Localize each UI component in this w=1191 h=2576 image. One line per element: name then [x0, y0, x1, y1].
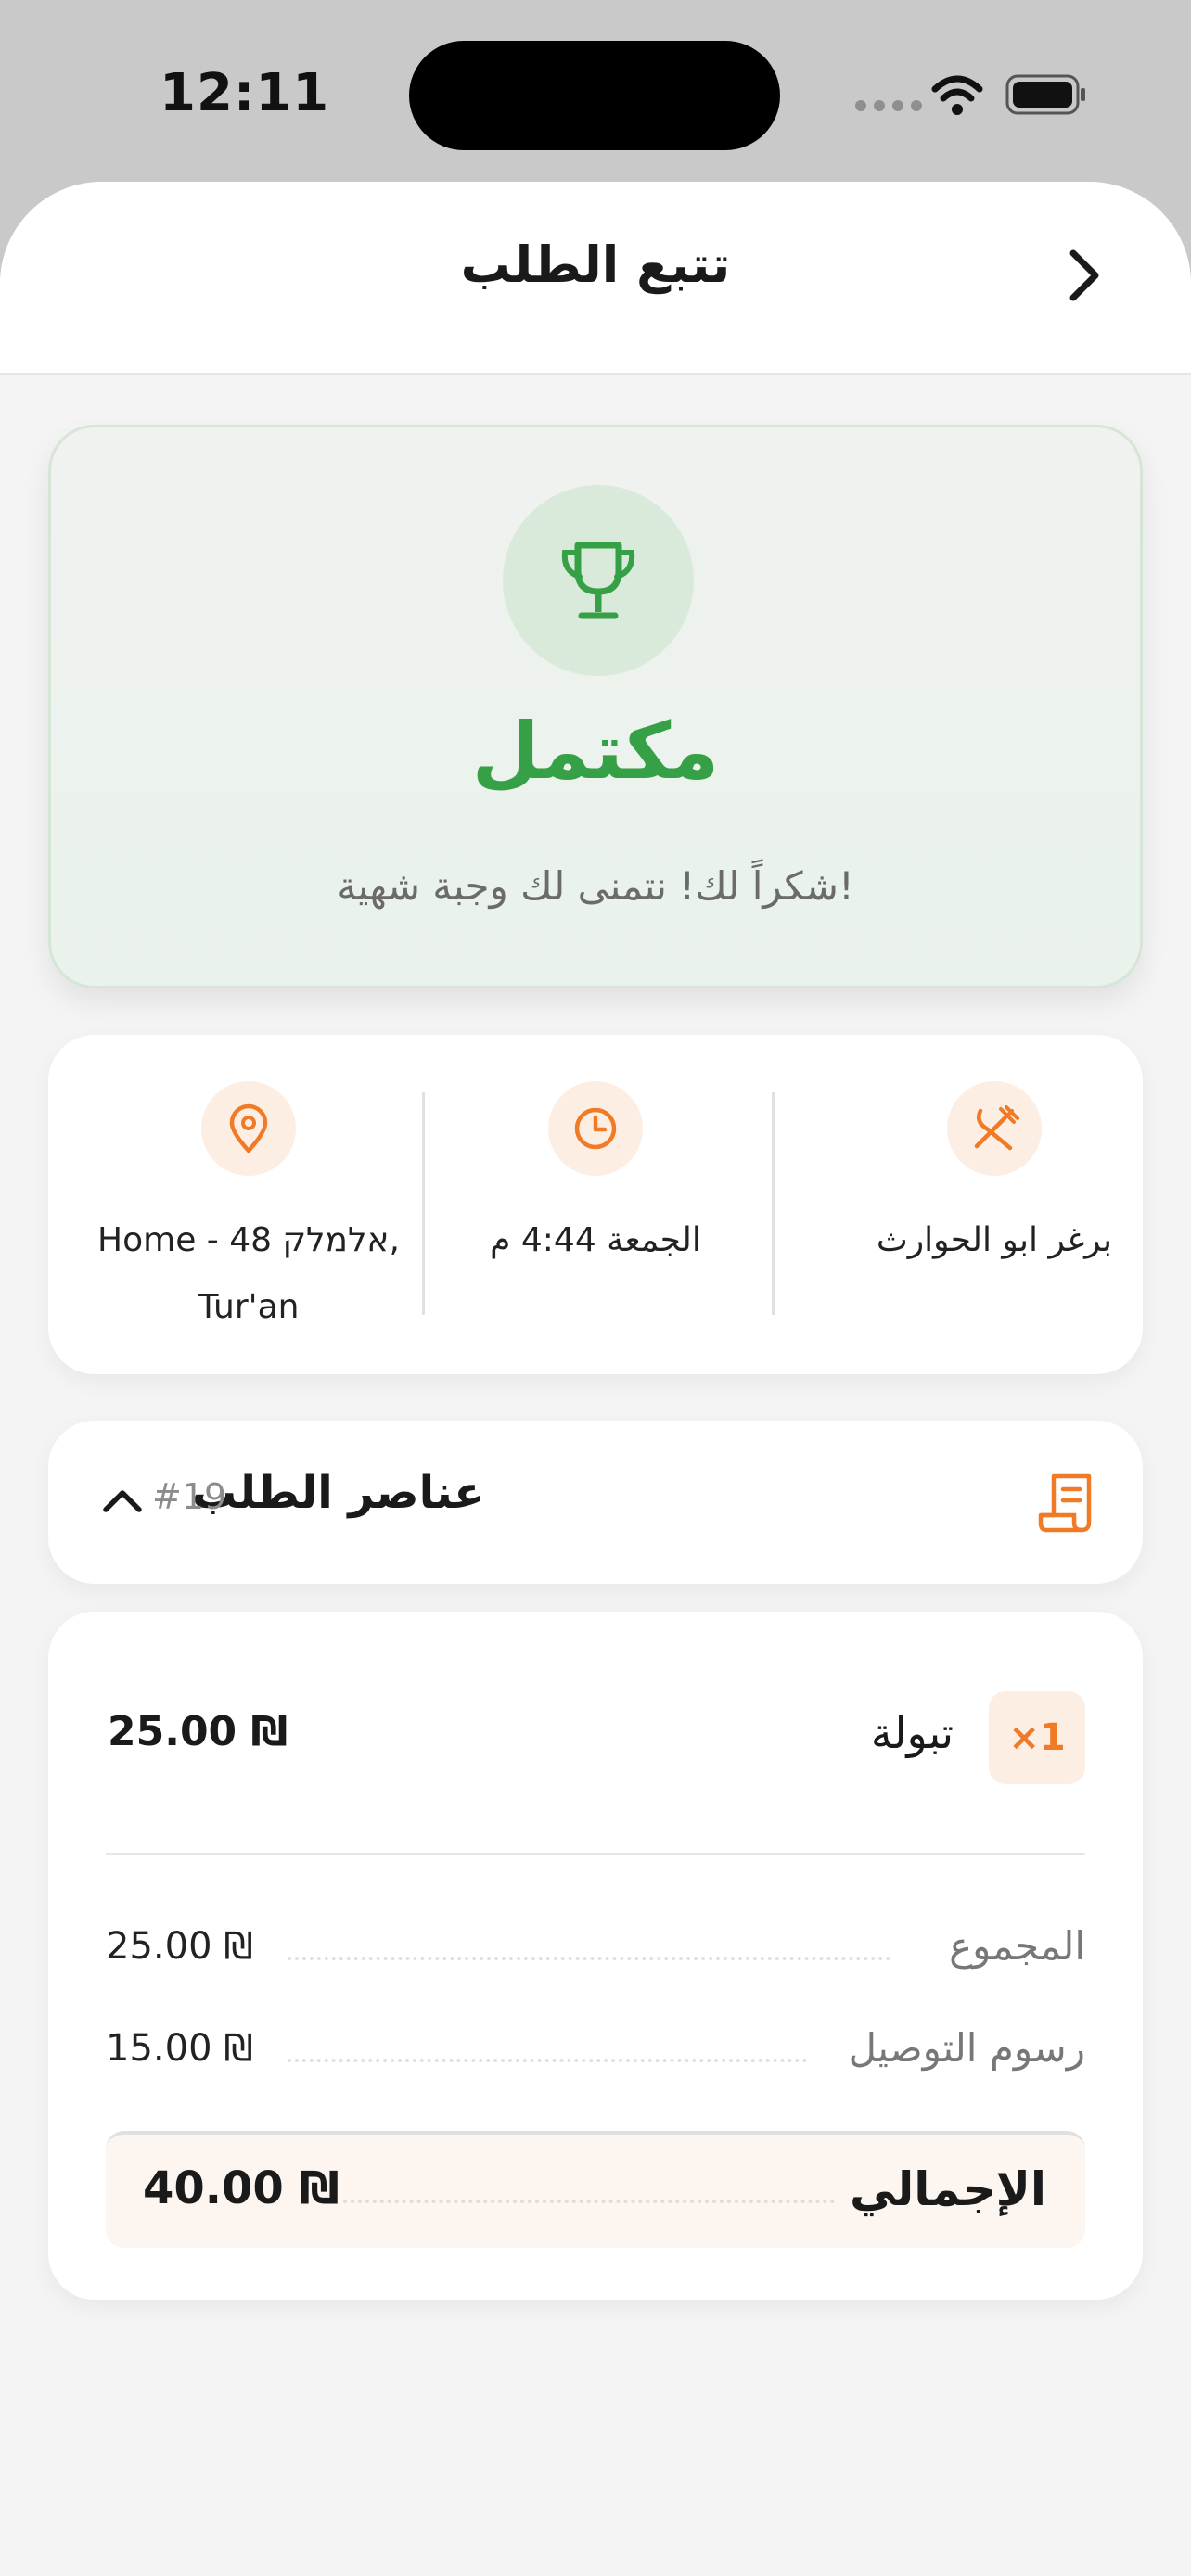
item-price: ₪ 25.00 [108, 1708, 288, 1755]
item-name: تبولة [870, 1708, 954, 1758]
location-icon-badge [201, 1081, 296, 1176]
dynamic-island [409, 41, 780, 150]
address-line-1: Home - אלמלק 48, [97, 1221, 400, 1259]
status-time: 12:11 [160, 63, 330, 123]
time-icon-badge [548, 1081, 643, 1176]
order-items-toggle[interactable]: عناصر الطلب #19 [48, 1421, 1143, 1584]
order-info-card: برغر ابو الحوارث الجمعة 4:44 م Home - אל… [48, 1035, 1143, 1374]
subtotal-row: المجموع ₪ 25.00 [106, 1923, 1085, 1979]
leader-dots [288, 2059, 807, 2062]
order-items-title: عناصر الطلب [192, 1467, 484, 1519]
leader-dots [343, 2200, 835, 2203]
chevron-up-icon [103, 1490, 142, 1512]
address-line-2: Tur'an [198, 1288, 300, 1326]
total-row: الإجمالي ₪ 40.00 [106, 2131, 1085, 2248]
trophy-icon [561, 542, 635, 619]
delivery-fee-label: رسوم التوصيل [848, 2025, 1085, 2071]
address-info: Home - אלמלק 48, Tur'an [74, 1035, 423, 1374]
trophy-badge [503, 485, 694, 676]
header: تتبع الطلب [0, 182, 1191, 375]
restaurant-icon-badge [947, 1081, 1042, 1176]
status-bar: 12:11 [0, 0, 1191, 185]
chevron-right-icon [1069, 249, 1099, 301]
order-time: الجمعة 4:44 م [490, 1221, 701, 1259]
delivery-fee-row: رسوم التوصيل ₪ 15.00 [106, 2025, 1085, 2081]
order-tracking-sheet: تتبع الطلب مكتمل شكراً لك! نتمنى لك وجبة… [0, 182, 1191, 2576]
location-pin-icon [229, 1103, 268, 1154]
restaurant-info: برغر ابو الحوارث [820, 1035, 1169, 1374]
delivery-fee-value: ₪ 15.00 [106, 2027, 253, 2070]
leader-dots [288, 1957, 890, 1960]
order-number: #19 [152, 1476, 227, 1517]
subtotal-label: المجموع [949, 1923, 1085, 1969]
item-quantity-badge: ×1 [989, 1691, 1085, 1784]
info-divider [772, 1092, 775, 1315]
page-title: تتبع الطلب [460, 236, 731, 294]
subtotal-value: ₪ 25.00 [106, 1925, 253, 1968]
cellular-signal-icon [855, 100, 922, 111]
status-title: مكتمل [471, 706, 720, 797]
battery-icon [1005, 74, 1085, 115]
order-details-card: ×1 تبولة ₪ 25.00 المجموع ₪ 25.00 رسوم ال… [48, 1612, 1143, 2300]
receipt-icon [1038, 1473, 1092, 1533]
divider [106, 1853, 1085, 1855]
back-button[interactable] [1052, 243, 1117, 308]
status-message: شكراً لك! نتمنى لك وجبة شهية! [337, 863, 854, 909]
order-status-card: مكتمل شكراً لك! نتمنى لك وجبة شهية! [48, 425, 1143, 988]
wifi-icon [931, 75, 983, 115]
total-value: ₪ 40.00 [143, 2162, 339, 2214]
time-info: الجمعة 4:44 م [421, 1035, 770, 1374]
restaurant-name: برغر ابو الحوارث [876, 1221, 1113, 1259]
delivery-address: Home - אלמלק 48, Tur'an [83, 1207, 414, 1341]
fork-knife-icon [974, 1105, 1019, 1151]
clock-icon [574, 1107, 617, 1150]
total-label: الإجمالي [849, 2162, 1046, 2216]
